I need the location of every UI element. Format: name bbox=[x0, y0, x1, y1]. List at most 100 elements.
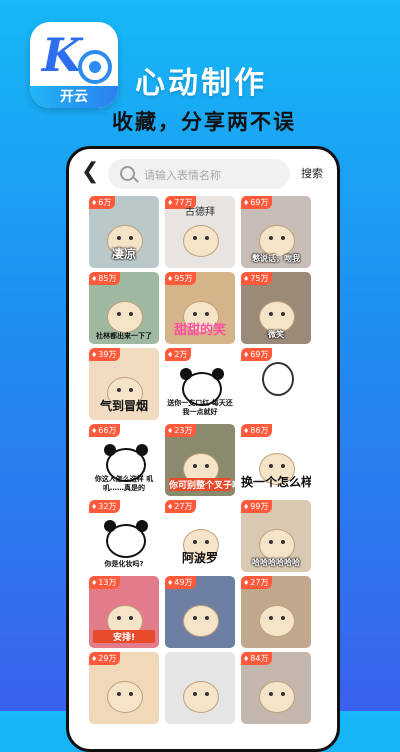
popularity-badge: ♦66万 bbox=[89, 424, 121, 437]
search-button[interactable]: 搜索 bbox=[301, 165, 323, 181]
popularity-badge: ♦13万 bbox=[89, 576, 121, 589]
popularity-badge: ♦69万 bbox=[241, 196, 273, 209]
face-figure bbox=[259, 604, 295, 637]
popularity-count: 66万 bbox=[98, 426, 117, 435]
sticker-tile[interactable]: ♦66万你这人怎么这样 叽叽……真是的 bbox=[89, 424, 159, 496]
eye-icon bbox=[269, 463, 273, 468]
eye-icon bbox=[269, 615, 273, 620]
sticker-tile[interactable]: ♦27万 bbox=[241, 576, 311, 648]
face-figure bbox=[183, 680, 219, 713]
sticker-tile[interactable]: ♦84万 bbox=[241, 652, 311, 724]
popularity-badge: ♦27万 bbox=[241, 576, 273, 589]
eye-icon bbox=[205, 235, 209, 240]
eye-icon bbox=[281, 235, 285, 240]
eye-icon bbox=[269, 311, 273, 316]
popularity-count: 95万 bbox=[174, 274, 193, 283]
search-icon bbox=[120, 166, 135, 181]
sticker-tile[interactable]: ♦32万 你是化妆吗? bbox=[89, 500, 159, 572]
sticker-caption: 社林都出来一下了 bbox=[96, 332, 152, 340]
sticker-tile[interactable]: ♦86万 换一个怎么样 bbox=[241, 424, 311, 496]
app-logo: K 开云 bbox=[30, 22, 118, 108]
sticker-tile[interactable]: ♦69万 bbox=[241, 348, 311, 420]
eye-icon bbox=[193, 463, 197, 468]
popularity-count: 69万 bbox=[250, 198, 269, 207]
eye-icon bbox=[117, 387, 121, 392]
subline: 收藏，分享两不误 bbox=[112, 110, 296, 134]
chevron-left-icon[interactable]: ❮ bbox=[81, 160, 99, 184]
sticker-tile[interactable]: ♦27万 阿波罗 bbox=[165, 500, 235, 572]
fire-icon: ♦ bbox=[243, 655, 250, 663]
fire-icon: ♦ bbox=[243, 199, 250, 207]
face-figure bbox=[259, 680, 295, 713]
sticker-tile[interactable]: ♦77万 古德拜 bbox=[165, 196, 235, 268]
logo-ring-icon bbox=[78, 50, 112, 84]
eye-icon bbox=[269, 691, 273, 696]
logo-k-glyph: K bbox=[42, 28, 82, 82]
popularity-count: 6万 bbox=[98, 198, 112, 207]
eye-icon bbox=[205, 463, 209, 468]
eye-icon bbox=[129, 235, 133, 240]
fire-icon: ♦ bbox=[167, 579, 174, 587]
fire-icon: ♦ bbox=[91, 275, 98, 283]
eye-icon bbox=[281, 539, 285, 544]
popularity-badge: ♦69万 bbox=[241, 348, 273, 361]
eye-icon bbox=[281, 463, 285, 468]
eye-icon bbox=[117, 235, 121, 240]
sticker-caption: 哈哈哈哈哈哈 bbox=[252, 558, 300, 567]
popularity-count: 39万 bbox=[98, 350, 117, 359]
sticker-tile[interactable]: ♦23万 你可别整个叉子吧 bbox=[165, 424, 235, 496]
sticker-tile[interactable]: ♦95万甜甜的笑 bbox=[165, 272, 235, 344]
sticker-tile[interactable]: ♦85万 社林都出来一下了 bbox=[89, 272, 159, 344]
popularity-count: 32万 bbox=[98, 502, 117, 511]
fire-icon: ♦ bbox=[167, 427, 174, 435]
popularity-count: 23万 bbox=[174, 426, 193, 435]
eye-icon bbox=[193, 311, 197, 316]
eye-icon bbox=[205, 691, 209, 696]
fire-icon: ♦ bbox=[243, 579, 250, 587]
sticker-caption: 微笑 bbox=[268, 330, 284, 339]
fire-icon: ♦ bbox=[243, 351, 250, 359]
sticker-tile[interactable]: ♦13万安排! bbox=[89, 576, 159, 648]
popularity-count: 69万 bbox=[250, 350, 269, 359]
popularity-count: 49万 bbox=[174, 578, 193, 587]
sticker-caption: 换一个怎么样 bbox=[241, 475, 311, 489]
fire-icon: ♦ bbox=[167, 351, 174, 359]
popularity-count: 27万 bbox=[174, 502, 193, 511]
sticker-caption: 你这人怎么这样 叽叽……真是的 bbox=[94, 475, 154, 492]
popularity-badge: ♦99万 bbox=[241, 500, 273, 513]
popularity-badge: ♦39万 bbox=[89, 348, 121, 361]
eye-icon bbox=[129, 691, 133, 696]
sticker-tile[interactable]: ♦2万 送你一支口红 每天还我一点就好 bbox=[165, 348, 235, 420]
eye-icon bbox=[205, 615, 209, 620]
fire-icon: ♦ bbox=[243, 427, 250, 435]
popularity-badge: ♦95万 bbox=[165, 272, 197, 285]
eye-icon bbox=[205, 311, 209, 316]
face-figure bbox=[107, 680, 143, 713]
eye-icon bbox=[281, 691, 285, 696]
popularity-badge: ♦27万 bbox=[165, 500, 197, 513]
eye-icon bbox=[193, 615, 197, 620]
logo-label: 开云 bbox=[30, 86, 118, 108]
sticker-tile[interactable] bbox=[165, 652, 235, 724]
sticker-tile[interactable]: ♦29万 bbox=[89, 652, 159, 724]
popularity-badge: ♦6万 bbox=[89, 196, 116, 209]
fire-icon: ♦ bbox=[91, 503, 98, 511]
sticker-tile[interactable]: ♦6万 凄凉 bbox=[89, 196, 159, 268]
popularity-count: 29万 bbox=[98, 654, 117, 663]
sticker-tile[interactable]: ♦39万 气到冒烟 bbox=[89, 348, 159, 420]
sticker-tile[interactable]: ♦75万 微笑 bbox=[241, 272, 311, 344]
search-input[interactable]: 请输入表情名称 bbox=[108, 159, 290, 189]
popularity-count: 2万 bbox=[174, 350, 188, 359]
face-figure bbox=[107, 300, 143, 333]
eye-icon bbox=[193, 539, 197, 544]
fire-icon: ♦ bbox=[243, 275, 250, 283]
popularity-badge: ♦2万 bbox=[165, 348, 192, 361]
sticker-tile[interactable]: ♦99万哈哈哈哈哈哈 bbox=[241, 500, 311, 572]
sticker-tile[interactable]: ♦69万 憋说话，吻我 bbox=[241, 196, 311, 268]
eye-icon bbox=[117, 691, 121, 696]
sticker-caption: 甜甜的笑 bbox=[173, 323, 226, 338]
panda-figure bbox=[104, 520, 148, 559]
sticker-caption: 安排! bbox=[93, 630, 155, 643]
search-placeholder: 请输入表情名称 bbox=[144, 169, 221, 182]
sticker-tile[interactable]: ♦49万 bbox=[165, 576, 235, 648]
